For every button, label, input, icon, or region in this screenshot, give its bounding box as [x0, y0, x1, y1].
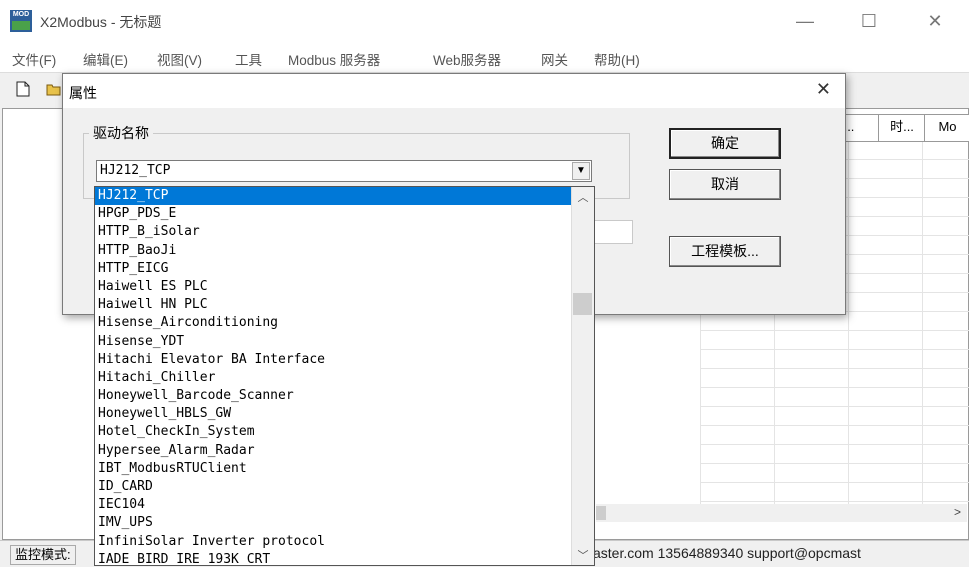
menu-web-server[interactable]: Web服务器: [433, 49, 501, 69]
dropdown-option[interactable]: IADE BIRD IRE 193K CRT: [95, 551, 573, 565]
monitor-mode-label: 监控模式:: [10, 545, 76, 565]
scroll-down-icon[interactable]: ﹀: [572, 547, 594, 563]
app-logo-icon: MOD: [10, 10, 32, 32]
dropdown-option[interactable]: HPGP_PDS_E: [95, 205, 573, 223]
menu-gateway[interactable]: 网关: [541, 49, 568, 69]
dropdown-option[interactable]: HTTP_EICG: [95, 260, 573, 278]
dropdown-scroll-thumb[interactable]: [573, 293, 592, 315]
scrollbar-thumb[interactable]: [596, 506, 606, 520]
menu-edit[interactable]: 编辑(E): [83, 49, 128, 69]
dropdown-option[interactable]: HTTP_BaoJi: [95, 242, 573, 260]
dropdown-option[interactable]: InfiniSolar Inverter protocol: [95, 533, 573, 551]
dialog-title-bar: 属性 ✕: [63, 74, 845, 108]
driver-name-label: 驱动名称: [89, 123, 153, 143]
new-file-icon[interactable]: [16, 81, 30, 97]
open-folder-icon[interactable]: [46, 81, 62, 97]
cancel-button[interactable]: 取消: [669, 169, 781, 200]
driver-select-value: HJ212_TCP: [100, 163, 171, 178]
dropdown-option[interactable]: Hypersee_Alarm_Radar: [95, 442, 573, 460]
dropdown-option[interactable]: IBT_ModbusRTUClient: [95, 460, 573, 478]
dropdown-option[interactable]: IMV_UPS: [95, 514, 573, 532]
scroll-up-icon[interactable]: ︿: [572, 189, 594, 205]
dropdown-scrollbar[interactable]: ︿ ﹀: [571, 187, 594, 565]
scroll-right-icon[interactable]: >: [954, 505, 961, 519]
grid-column-mo[interactable]: Mo: [924, 114, 969, 142]
dropdown-option[interactable]: Hisense_Airconditioning: [95, 314, 573, 332]
dialog-close-icon[interactable]: ✕: [816, 79, 831, 100]
horizontal-scrollbar[interactable]: >: [596, 504, 967, 522]
menu-tools[interactable]: 工具: [235, 49, 262, 69]
dropdown-option[interactable]: Hisense_YDT: [95, 333, 573, 351]
dropdown-option[interactable]: IEC104: [95, 496, 573, 514]
driver-select[interactable]: HJ212_TCP ▼: [96, 160, 592, 182]
menu-file[interactable]: 文件(F): [12, 49, 56, 69]
project-template-button[interactable]: 工程模板...: [669, 236, 781, 267]
dropdown-option[interactable]: Honeywell_Barcode_Scanner: [95, 387, 573, 405]
title-bar: MOD X2Modbus - 无标题 — ☐ ✕: [0, 0, 969, 42]
dropdown-option[interactable]: Haiwell HN PLC: [95, 296, 573, 314]
dropdown-option[interactable]: HTTP_B_iSolar: [95, 223, 573, 241]
grid-column-time[interactable]: 时...: [878, 114, 926, 142]
dialog-title: 属性: [69, 85, 97, 101]
dropdown-option[interactable]: Hitachi_Chiller: [95, 369, 573, 387]
contact-info: aster.com 13564889340 support@opcmast: [593, 545, 861, 561]
dropdown-option[interactable]: HJ212_TCP: [95, 187, 573, 206]
menu-modbus-server[interactable]: Modbus 服务器: [288, 49, 380, 69]
driver-dropdown-list[interactable]: HJ212_TCP HPGP_PDS_E HTTP_B_iSolar HTTP_Bao…: [94, 186, 595, 566]
secondary-field[interactable]: [593, 220, 633, 244]
dropdown-option[interactable]: Hitachi Elevator BA Interface: [95, 351, 573, 369]
menu-help[interactable]: 帮助(H): [594, 49, 640, 69]
dropdown-option[interactable]: ID_CARD: [95, 478, 573, 496]
menu-view[interactable]: 视图(V): [157, 49, 202, 69]
window-title: X2Modbus - 无标题: [40, 14, 162, 30]
close-button[interactable]: ✕: [920, 8, 950, 34]
dropdown-option[interactable]: Honeywell_HBLS_GW: [95, 405, 573, 423]
dropdown-option[interactable]: Haiwell ES PLC: [95, 278, 573, 296]
dropdown-option[interactable]: Hotel_CheckIn_System: [95, 423, 573, 441]
minimize-button[interactable]: —: [790, 8, 820, 34]
ok-button[interactable]: 确定: [669, 128, 781, 159]
menu-bar: 文件(F) 编辑(E) 视图(V) 工具 Modbus 服务器 Web服务器 网…: [0, 42, 969, 72]
maximize-button[interactable]: ☐: [854, 8, 884, 34]
chevron-down-icon[interactable]: ▼: [572, 162, 590, 180]
driver-options: HJ212_TCP HPGP_PDS_E HTTP_B_iSolar HTTP_Bao…: [95, 187, 573, 565]
